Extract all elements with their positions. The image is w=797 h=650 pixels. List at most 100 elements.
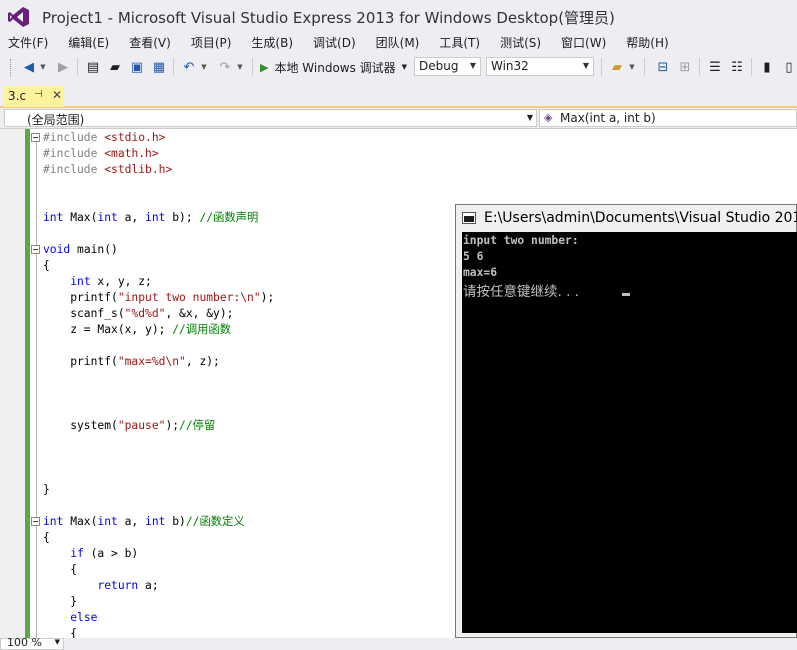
document-tab-strip — [0, 84, 797, 108]
back-dropdown-icon[interactable]: ▼ — [39, 58, 47, 76]
code-line[interactable]: else — [43, 610, 97, 626]
code-line[interactable]: } — [43, 594, 77, 610]
console-line: input two number: — [463, 234, 579, 247]
solution-explorer-icon[interactable]: ⊟ — [654, 58, 672, 76]
console-cursor — [622, 293, 630, 296]
member-dropdown[interactable]: ◈ Max(int a, int b) — [539, 109, 797, 127]
function-icon: ◈ — [544, 111, 553, 124]
code-line[interactable]: #include <stdlib.h> — [43, 162, 172, 178]
redo-icon[interactable]: ↷ — [216, 58, 234, 76]
collapse-main-icon[interactable] — [31, 245, 40, 254]
menu-view[interactable]: 查看(V) — [122, 32, 178, 52]
navigation-bar: (全局范围) ▼ ◈ Max(int a, int b) — [0, 108, 797, 129]
scope-value: (全局范围) — [27, 113, 85, 127]
console-title: E:\Users\admin\Documents\Visual Studio 2… — [484, 210, 797, 226]
console-output[interactable]: input two number: 5 6 max=6 请按任意键继续. . . — [462, 232, 797, 633]
properties-icon[interactable]: ⊞ — [676, 58, 694, 76]
code-line[interactable]: { — [43, 530, 50, 546]
code-line[interactable]: system("pause");//停留 — [43, 418, 215, 434]
toolbar-separator — [699, 58, 700, 76]
code-line[interactable]: } — [43, 482, 50, 498]
outlining-guide — [36, 139, 37, 638]
menu-window[interactable]: 窗口(W) — [554, 32, 613, 52]
menu-debug[interactable]: 调试(D) — [306, 32, 363, 52]
save-icon[interactable]: ▣ — [128, 58, 146, 76]
comment-out-icon[interactable]: ☰ — [706, 58, 724, 76]
code-line[interactable]: void main() — [43, 242, 118, 258]
save-all-icon[interactable]: ▦ — [150, 58, 168, 76]
undo-icon[interactable]: ↶ — [180, 58, 198, 76]
scope-dropdown[interactable]: (全局范围) ▼ — [4, 109, 537, 127]
tab-label: 3.c — [8, 89, 27, 103]
indicator-margin[interactable] — [0, 129, 25, 638]
code-line[interactable]: #include <math.h> — [43, 146, 159, 162]
menu-project[interactable]: 项目(P) — [184, 32, 239, 52]
chevron-down-icon: ▼ — [582, 61, 589, 70]
toolbar-separator — [77, 58, 78, 76]
back-icon[interactable]: ◀ — [20, 58, 38, 76]
solution-platform-combo[interactable]: Win32 ▼ — [486, 57, 594, 76]
close-icon[interactable]: ✕ — [52, 88, 62, 102]
toolbar-separator — [173, 58, 174, 76]
horizontal-scrollbar[interactable] — [64, 638, 455, 650]
menu-edit[interactable]: 编辑(E) — [61, 32, 116, 52]
toolbar-separator — [751, 58, 752, 76]
code-line[interactable]: z = Max(x, y); //调用函数 — [43, 322, 231, 338]
code-line[interactable]: scanf_s("%d%d", &x, &y); — [43, 306, 233, 322]
change-tracking-bar — [25, 129, 30, 638]
bookmark-icon[interactable]: ▮ — [758, 58, 776, 76]
new-project-icon[interactable]: ▤ — [84, 58, 102, 76]
code-line[interactable]: #include <stdio.h> — [43, 130, 165, 146]
play-icon: ▶ — [260, 60, 269, 74]
console-line: 5 6 — [463, 250, 484, 263]
menu-build[interactable]: 生成(B) — [244, 32, 300, 52]
console-window[interactable]: E:\Users\admin\Documents\Visual Studio 2… — [455, 204, 797, 638]
code-line[interactable]: int x, y, z; — [43, 274, 152, 290]
start-debugging-button[interactable]: ▶ 本地 Windows 调试器 ▼ — [260, 57, 407, 77]
collapse-max-icon[interactable] — [31, 517, 40, 526]
zoom-value: 100 % — [7, 636, 42, 649]
menu-team[interactable]: 团队(M) — [369, 32, 427, 52]
toolbar-separator — [252, 58, 253, 76]
zoom-level-combo[interactable]: 100 % ▼ — [0, 636, 64, 650]
code-line[interactable]: int Max(int a, int b)//函数定义 — [43, 514, 245, 530]
code-line[interactable]: { — [43, 258, 50, 274]
start-debugging-label: 本地 Windows 调试器 — [274, 60, 396, 75]
menu-test[interactable]: 测试(S) — [493, 32, 548, 52]
title-bar: Project1 - Microsoft Visual Studio Expre… — [0, 0, 797, 34]
find-in-files-icon[interactable]: ▰ — [608, 58, 626, 76]
menu-file[interactable]: 文件(F) — [0, 32, 55, 52]
open-file-icon[interactable]: ▰ — [106, 58, 124, 76]
code-line[interactable]: int Max(int a, int b); //函数声明 — [43, 210, 258, 226]
menu-tools[interactable]: 工具(T) — [432, 32, 487, 52]
next-bookmark-icon[interactable]: ▯ — [780, 58, 797, 76]
pin-icon[interactable]: ⊣ — [34, 89, 43, 100]
code-line[interactable]: return a; — [43, 578, 158, 594]
code-line[interactable]: { — [43, 562, 77, 578]
tab-3c[interactable]: 3.c ⊣ ✕ — [4, 86, 64, 107]
member-value: Max(int a, int b) — [560, 111, 656, 125]
toolbar-separator — [601, 58, 602, 76]
window-title: Project1 - Microsoft Visual Studio Expre… — [42, 9, 615, 27]
forward-icon[interactable]: ▶ — [54, 58, 72, 76]
menu-bar: 文件(F) 编辑(E) 查看(V) 项目(P) 生成(B) 调试(D) 团队(M… — [0, 32, 797, 52]
code-line[interactable]: printf("input two number:\n"); — [43, 290, 274, 306]
code-line[interactable]: { — [43, 626, 77, 638]
chevron-down-icon: ▼ — [54, 638, 60, 646]
run-dropdown-icon[interactable]: ▼ — [402, 63, 407, 71]
uncomment-icon[interactable]: ☷ — [728, 58, 746, 76]
collapse-includes-icon[interactable] — [31, 133, 40, 142]
toolbar-grip[interactable] — [10, 59, 14, 77]
chevron-down-icon: ▼ — [526, 113, 533, 122]
code-line[interactable]: if (a > b) — [43, 546, 138, 562]
console-title-bar[interactable]: E:\Users\admin\Documents\Visual Studio 2… — [456, 205, 797, 232]
find-dropdown-icon[interactable]: ▼ — [628, 58, 636, 76]
solution-configuration-combo[interactable]: Debug ▼ — [414, 57, 481, 76]
console-line: 请按任意键继续. . . — [463, 284, 579, 300]
menu-help[interactable]: 帮助(H) — [619, 32, 675, 52]
platform-value: Win32 — [491, 59, 529, 73]
redo-dropdown-icon[interactable]: ▼ — [236, 58, 244, 76]
undo-dropdown-icon[interactable]: ▼ — [200, 58, 208, 76]
code-line[interactable]: printf("max=%d\n", z); — [43, 354, 220, 370]
visual-studio-logo-icon — [8, 7, 29, 27]
